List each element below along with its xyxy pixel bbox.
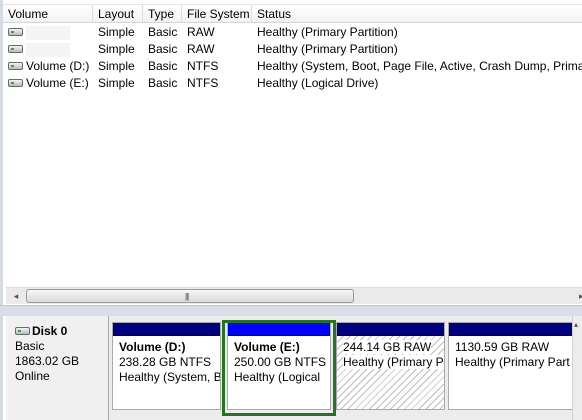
hard-disk-icon <box>15 326 30 335</box>
pane-splitter[interactable] <box>0 305 582 316</box>
volume-name: Volume (D:) <box>26 59 90 73</box>
layout-cell: Simple <box>98 59 135 73</box>
volume-list-header: Volume Layout Type File System Status <box>3 4 582 23</box>
partition-status: Healthy (System, B <box>119 370 220 384</box>
disk-drive-icon <box>8 44 23 53</box>
file-system-cell: NTFS <box>187 59 219 73</box>
disk-map: Disk 0 Basic 1863.02 GB Online Volume (D… <box>0 316 582 420</box>
file-system-cell: RAW <box>187 42 215 56</box>
volume-name: Volume (E:) <box>26 76 89 90</box>
horizontal-scrollbar[interactable]: ◂ ||| ▸ <box>6 287 582 304</box>
vertical-scrollbar[interactable]: ▴ <box>572 316 582 420</box>
disk-state: Online <box>15 369 50 383</box>
column-header-type[interactable]: Type <box>143 5 182 23</box>
partition-body: 1130.59 GB RAW Healthy (Primary Part <box>449 336 572 370</box>
disk-drive-icon <box>8 61 23 70</box>
selection-frame <box>222 320 336 416</box>
disk-size: 1863.02 GB <box>15 354 80 368</box>
disk-kind: Basic <box>15 339 45 353</box>
status-cell: Healthy (Primary Partition) <box>257 42 398 56</box>
layout-cell: Simple <box>98 76 135 90</box>
column-header-layout[interactable]: Layout <box>93 5 143 23</box>
partition-size: 238.28 GB NTFS <box>119 355 212 369</box>
partition-body: Volume (D:) 238.28 GB NTFS Healthy (Syst… <box>113 336 220 385</box>
partition-size: 1130.59 GB RAW <box>455 340 550 354</box>
column-header-status[interactable]: Status <box>252 5 582 23</box>
layout-cell: Simple <box>98 25 135 39</box>
partition-d[interactable]: Volume (D:) 238.28 GB NTFS Healthy (Syst… <box>112 322 221 410</box>
scroll-left-arrow[interactable]: ◂ <box>9 289 23 304</box>
scrollbar-grip-icon: ||| <box>185 292 189 301</box>
type-cell: Basic <box>148 25 178 39</box>
status-cell: Healthy (System, Boot, Page File, Active… <box>257 59 582 73</box>
type-cell: Basic <box>148 42 178 56</box>
partition-bar <box>337 323 444 336</box>
volume-cell: Volume (D:) <box>3 58 93 75</box>
volume-list: Volume Layout Type File System Status Si… <box>0 0 582 310</box>
status-cell: Healthy (Primary Partition) <box>257 25 398 39</box>
volume-row[interactable]: Volume (E:) Simple Basic NTFS Healthy (L… <box>3 75 582 92</box>
disk-management-window: Volume Layout Type File System Status Si… <box>0 0 582 420</box>
volume-row[interactable]: Simple Basic RAW Healthy (Primary Partit… <box>3 41 582 58</box>
disk-drive-icon <box>8 78 23 87</box>
file-system-cell: NTFS <box>187 76 219 90</box>
volume-cell <box>3 41 93 58</box>
volume-cell: Volume (E:) <box>3 75 93 92</box>
partition-bar <box>113 323 220 336</box>
partition-body: 244.14 GB RAW Healthy (Primary P <box>337 336 444 409</box>
volume-row[interactable]: Simple Basic RAW Healthy (Primary Partit… <box>3 24 582 41</box>
partition-name: Volume (D:) <box>119 340 186 354</box>
scrollbar-thumb[interactable]: ||| <box>26 289 354 303</box>
volume-name <box>26 25 70 40</box>
partition-status: Healthy (Primary Part <box>455 355 570 369</box>
partition-status: Healthy (Primary P <box>343 355 444 369</box>
column-header-file-system[interactable]: File System <box>182 5 252 23</box>
status-cell: Healthy (Logical Drive) <box>257 76 379 90</box>
type-cell: Basic <box>148 59 178 73</box>
volume-name <box>26 42 70 57</box>
column-header-volume[interactable]: Volume <box>3 5 93 23</box>
file-system-cell: RAW <box>187 25 215 39</box>
scroll-up-arrow-icon[interactable]: ▴ <box>574 320 578 329</box>
volume-cell <box>3 24 93 41</box>
type-cell: Basic <box>148 76 178 90</box>
partition-bar <box>449 323 572 336</box>
partition-raw-2[interactable]: 1130.59 GB RAW Healthy (Primary Part <box>448 322 573 410</box>
disk-title: Disk 0 <box>15 324 108 339</box>
volume-row[interactable]: Volume (D:) Simple Basic NTFS Healthy (S… <box>3 58 582 75</box>
disk-drive-icon <box>8 27 23 36</box>
layout-cell: Simple <box>98 42 135 56</box>
partition-raw-1[interactable]: 244.14 GB RAW Healthy (Primary P <box>336 322 445 410</box>
partition-size: 244.14 GB RAW <box>343 340 432 354</box>
disk-info-panel[interactable]: Disk 0 Basic 1863.02 GB Online <box>6 316 109 420</box>
disk-name: Disk 0 <box>32 324 68 338</box>
